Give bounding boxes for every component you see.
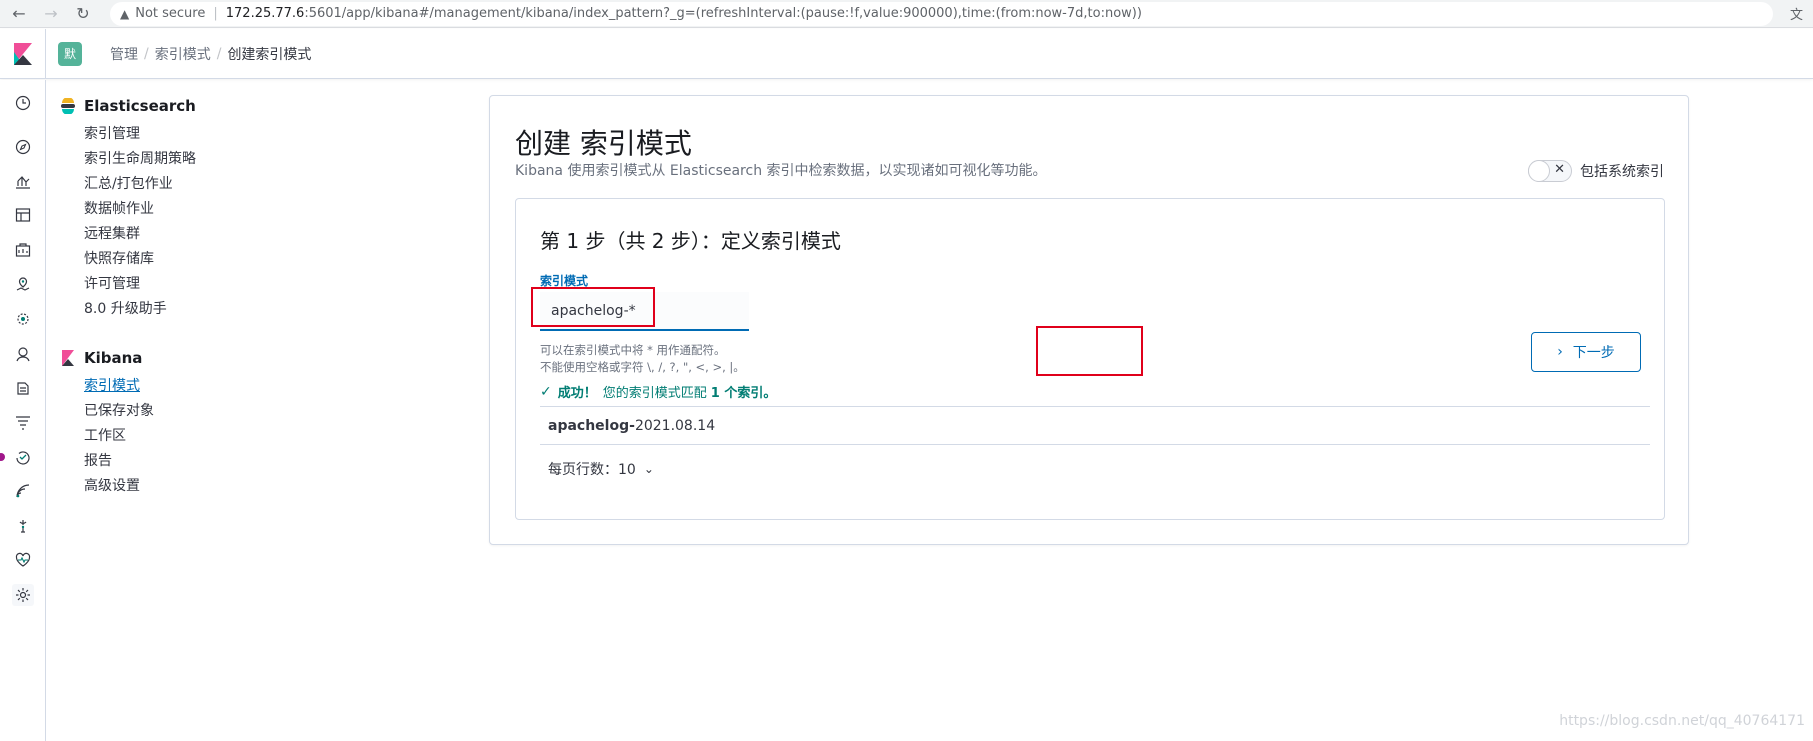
success-prefix: 成功！: [557, 386, 597, 401]
page-description: Kibana 使用索引模式从 Elasticsearch 索引中检索数据，以实现…: [515, 163, 1047, 179]
reload-icon[interactable]: ↻: [70, 3, 96, 25]
breadcrumb-create-index-pattern: 创建索引模式: [227, 46, 312, 63]
chevron-right-icon: ›: [1557, 344, 1563, 360]
gear-icon[interactable]: [12, 584, 34, 606]
space-avatar[interactable]: 默: [58, 41, 82, 66]
step-box: 第 1 步（共 2 步）：定义索引模式 索引模式 可以在索引模式中将 * 用作通…: [515, 198, 1665, 520]
not-secure-label: Not secure: [135, 6, 206, 21]
highlight-box: [531, 287, 655, 327]
chevron-down-icon: ⌄: [643, 462, 654, 476]
side-item-ilm-policies[interactable]: 索引生命周期策略: [60, 147, 400, 172]
step-title: 第 1 步（共 2 步）：定义索引模式: [540, 229, 841, 253]
include-system-indices: ✕ 包括系统索引: [1528, 160, 1664, 182]
side-item-transform-jobs[interactable]: 数据帧作业: [60, 197, 400, 222]
index-match-bold: apachelog-: [548, 417, 635, 434]
side-item-index-management[interactable]: 索引管理: [60, 122, 400, 147]
elasticsearch-title: Elasticsearch: [84, 97, 196, 115]
infrastructure-icon[interactable]: [12, 343, 34, 365]
table-row: apachelog- 2021.08.14: [540, 406, 1650, 445]
side-item-spaces[interactable]: 工作区: [60, 424, 400, 449]
side-item-rollup-jobs[interactable]: 汇总/打包作业: [60, 172, 400, 197]
index-match-rest: 2021.08.14: [634, 417, 716, 434]
help-line: 不能使用空格或字符 \, /, ?, ", <, >, |。: [540, 360, 745, 374]
success-count: 1 个索引。: [710, 386, 777, 401]
translate-icon[interactable]: 文: [1790, 4, 1803, 23]
breadcrumb-separator: /: [216, 45, 222, 62]
include-system-indices-label: 包括系统索引: [1580, 164, 1664, 180]
help-line: 可以在索引模式中将 * 用作通配符。: [540, 343, 726, 357]
success-text: 您的索引模式匹配: [602, 386, 707, 401]
side-item-upgrade-assistant[interactable]: 8.0 升级助手: [60, 297, 400, 322]
side-item-remote-clusters[interactable]: 远程集群: [60, 222, 400, 247]
apm-icon[interactable]: [12, 411, 34, 433]
dashboard-icon[interactable]: [12, 204, 34, 226]
monitoring-icon[interactable]: [12, 549, 34, 571]
warning-icon: ▲: [120, 6, 130, 21]
include-system-indices-toggle[interactable]: ✕: [1528, 160, 1572, 182]
toggle-knob: [1528, 160, 1550, 182]
next-step-button[interactable]: › 下一步: [1531, 332, 1641, 372]
watermark: https://blog.csdn.net/qq_40764171: [1559, 713, 1805, 729]
side-item-index-patterns[interactable]: 索引模式: [60, 374, 400, 399]
breadcrumb-separator: /: [144, 45, 149, 62]
maps-icon[interactable]: [12, 273, 34, 295]
machine-learning-icon[interactable]: [12, 308, 34, 330]
side-item-advanced-settings[interactable]: 高级设置: [60, 474, 400, 499]
side-item-snapshot-repos[interactable]: 快照存储库: [60, 247, 400, 272]
side-item-saved-objects[interactable]: 已保存对象: [60, 399, 400, 424]
logs-icon[interactable]: [12, 377, 34, 399]
elasticsearch-logo-icon: [61, 98, 75, 114]
canvas-icon[interactable]: [12, 239, 34, 261]
dev-tools-icon[interactable]: [12, 515, 34, 537]
address-bar[interactable]: ▲ Not secure | 172.25.77.6:5601/app/kiba…: [110, 1, 1773, 26]
url-path: :5601/app/kibana#/management/kibana/inde…: [304, 6, 1142, 21]
left-nav: [0, 80, 46, 741]
elasticsearch-group-title: Elasticsearch: [60, 96, 400, 116]
management-side-menu: Elasticsearch 索引管理 索引生命周期策略 汇总/打包作业 数据帧作…: [60, 96, 400, 499]
rows-per-page-label: 每页行数：10: [548, 462, 636, 478]
side-item-reporting[interactable]: 报告: [60, 449, 400, 474]
page-title: 创建 索引模式: [515, 127, 692, 160]
notification-dot: [0, 453, 5, 461]
kibana-logo-icon[interactable]: [0, 28, 46, 79]
kibana-header: 默 管理 / 索引模式 / 创建索引模式: [0, 28, 1813, 79]
siem-icon[interactable]: [12, 480, 34, 502]
side-item-license-management[interactable]: 许可管理: [60, 272, 400, 297]
clock-icon[interactable]: [12, 92, 34, 114]
breadcrumb: 管理 / 索引模式 / 创建索引模式: [110, 44, 311, 64]
kibana-logo-icon: [62, 350, 74, 366]
next-step-label: 下一步: [1572, 345, 1615, 361]
rows-per-page-button[interactable]: 每页行数：10 ⌄: [548, 459, 654, 479]
back-icon[interactable]: ←: [6, 3, 32, 25]
url-host: 172.25.77.6: [225, 6, 305, 21]
uptime-icon[interactable]: [12, 446, 34, 468]
check-icon: ✓: [540, 383, 552, 400]
close-icon: ✕: [1554, 162, 1565, 177]
breadcrumb-management[interactable]: 管理: [110, 44, 138, 64]
visualize-icon[interactable]: [12, 170, 34, 192]
compass-icon[interactable]: [12, 136, 34, 158]
breadcrumb-index-patterns[interactable]: 索引模式: [155, 44, 211, 64]
kibana-title: Kibana: [84, 349, 143, 367]
create-index-pattern-panel: 创建 索引模式 Kibana 使用索引模式从 Elasticsearch 索引中…: [489, 95, 1689, 545]
help-text: 可以在索引模式中将 * 用作通配符。 不能使用空格或字符 \, /, ?, ",…: [540, 342, 745, 376]
success-message: ✓ 成功！ 您的索引模式匹配 1 个索引。: [540, 382, 782, 402]
url-separator: |: [213, 6, 218, 21]
browser-toolbar: ← → ↻ ▲ Not secure | 172.25.77.6:5601/ap…: [0, 0, 1813, 28]
forward-icon[interactable]: →: [38, 3, 64, 25]
kibana-group-title: Kibana: [60, 348, 400, 368]
